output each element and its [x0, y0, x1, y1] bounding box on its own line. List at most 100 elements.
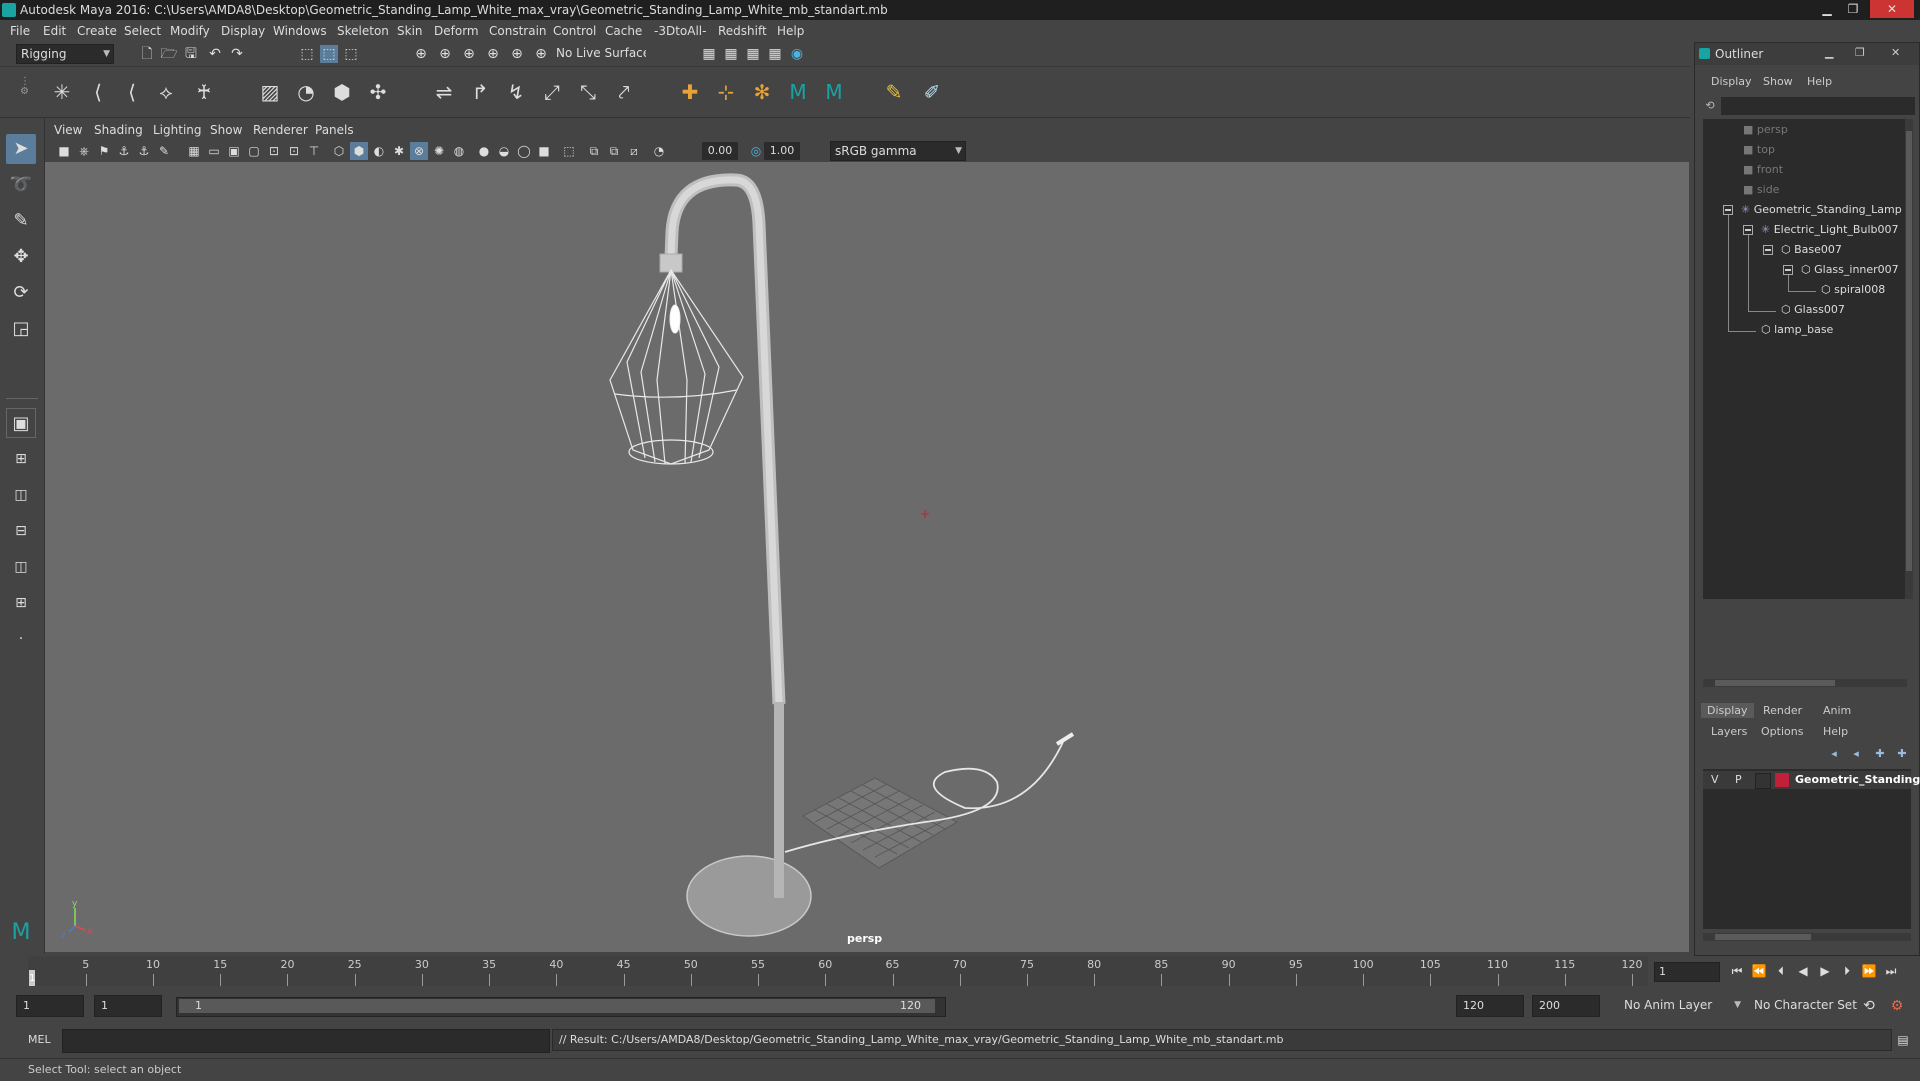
menu-skin[interactable]: Skin: [397, 24, 423, 38]
menu-help[interactable]: Help: [777, 24, 804, 38]
step-forward-frame-icon[interactable]: ⏵: [1838, 962, 1856, 980]
character-set-dropdown[interactable]: No Character Set: [1750, 996, 1870, 1016]
script-editor-icon[interactable]: ▤: [1894, 1031, 1912, 1049]
select-hierarchy-icon[interactable]: ⬚: [298, 45, 316, 63]
graph-layout-icon[interactable]: ◫: [6, 552, 36, 582]
orient-constraint-icon[interactable]: ↯: [502, 78, 530, 106]
new-layer-selected-icon[interactable]: ✚: [1893, 745, 1911, 763]
outliner-item-side[interactable]: ■ side: [1743, 183, 1779, 196]
outliner-item-front[interactable]: ■ front: [1743, 163, 1783, 176]
play-back-icon[interactable]: ◀: [1794, 962, 1812, 980]
animation-prefs-icon[interactable]: ⚙: [1888, 997, 1906, 1015]
paint-weights-icon[interactable]: ◔: [292, 78, 320, 106]
outliner-hscrollbar[interactable]: [1703, 679, 1907, 687]
layer-visibility-toggle[interactable]: V: [1711, 773, 1719, 786]
menu-constrain[interactable]: Constrain: [489, 24, 547, 38]
insert-joint-icon[interactable]: ⟡: [152, 78, 180, 106]
open-scene-icon[interactable]: 🗁: [160, 45, 178, 63]
outliner-layout-icon[interactable]: ⊟: [6, 516, 36, 546]
outliner-item-electric-light-bulb[interactable]: ✳ Electric_Light_Bulb007: [1761, 223, 1898, 236]
outliner-item-geometric-standing-lamp[interactable]: ✳ Geometric_Standing_Lamp: [1741, 203, 1902, 216]
lattice-icon[interactable]: ⬢: [328, 78, 356, 106]
step-back-key-icon[interactable]: ⏪: [1750, 962, 1768, 980]
snap-live-icon[interactable]: ⊕: [532, 45, 550, 63]
outliner-item-base[interactable]: ⬡ Base007: [1781, 243, 1842, 256]
outliner-vscrollbar[interactable]: [1905, 119, 1913, 599]
use-all-lights-icon[interactable]: ✺: [430, 142, 448, 160]
vp-menu-panels[interactable]: Panels: [315, 123, 354, 137]
vp-menu-show[interactable]: Show: [210, 123, 242, 137]
menuset-dropdown[interactable]: Rigging ▼: [16, 44, 114, 64]
snap-view-icon[interactable]: ⊕: [508, 45, 526, 63]
snap-curve-icon[interactable]: ⊕: [436, 45, 454, 63]
maya-tool-b-icon[interactable]: M: [820, 78, 848, 106]
outliner-hscroll-thumb[interactable]: [1715, 680, 1835, 686]
safe-action-icon[interactable]: ⊡: [285, 142, 303, 160]
custom-layout-icon[interactable]: ·: [6, 624, 36, 654]
menu-deform[interactable]: Deform: [434, 24, 479, 38]
scale-tool-icon[interactable]: ◲: [6, 314, 36, 344]
menu-cache[interactable]: Cache: [605, 24, 642, 38]
xray-icon[interactable]: ⊗: [410, 142, 428, 160]
layer-name[interactable]: Geometric_Standing_L: [1795, 773, 1920, 786]
select-object-icon[interactable]: ⬚: [320, 45, 338, 63]
new-scene-icon[interactable]: 🗋: [138, 45, 156, 63]
layer-tab-anim[interactable]: Anim: [1823, 704, 1851, 717]
xray-joints-icon[interactable]: ⧉: [585, 142, 603, 160]
gate-mask-icon[interactable]: ▢: [245, 142, 263, 160]
backface-icon[interactable]: ⧄: [625, 142, 643, 160]
color-management-icon[interactable]: ◎: [747, 142, 765, 160]
joint-orient-icon[interactable]: ⊹: [712, 78, 740, 106]
collapse-toggle-base[interactable]: [1763, 245, 1773, 255]
go-to-start-icon[interactable]: ⏮: [1728, 962, 1746, 980]
mirror-joint-icon[interactable]: ✻: [748, 78, 776, 106]
new-layer-icon[interactable]: ✚: [1871, 745, 1889, 763]
outliner-maximize-button[interactable]: ❐: [1855, 46, 1865, 59]
perspective-viewport[interactable]: + x y z persp: [45, 162, 1689, 952]
outliner-menu-help[interactable]: Help: [1807, 75, 1832, 88]
camera-lock-icon[interactable]: ⎈: [75, 142, 93, 160]
vp-menu-view[interactable]: View: [54, 123, 82, 137]
screen-space-ao-icon[interactable]: ●: [475, 142, 493, 160]
maximize-button[interactable]: ❐: [1842, 0, 1864, 18]
film-gate-icon[interactable]: ▭: [205, 142, 223, 160]
step-back-frame-icon[interactable]: ⏴: [1772, 962, 1790, 980]
layer-tab-display[interactable]: Display: [1701, 703, 1754, 718]
render-settings-icon[interactable]: ▦: [700, 45, 718, 63]
layer-row[interactable]: V P Geometric_Standing_L: [1703, 771, 1920, 789]
locator-icon[interactable]: ✚: [676, 78, 704, 106]
menu-edit[interactable]: Edit: [43, 24, 66, 38]
menu-file[interactable]: File: [10, 24, 30, 38]
minimize-button[interactable]: ▁: [1816, 0, 1838, 18]
rotate-tool-icon[interactable]: ⟳: [6, 278, 36, 308]
paint-select-icon[interactable]: ✎: [6, 206, 36, 236]
move-tool-icon[interactable]: ✥: [6, 242, 36, 272]
shelf-options-icon[interactable]: ⋮ ⚙: [20, 77, 30, 107]
gamma-field[interactable]: 1.00: [764, 142, 800, 160]
resolution-gate-icon[interactable]: ▣: [225, 142, 243, 160]
vp-menu-renderer[interactable]: Renderer: [253, 123, 308, 137]
ik-spline-icon[interactable]: ⟨: [118, 78, 146, 106]
outliner-close-button[interactable]: ✕: [1891, 46, 1900, 59]
collapse-toggle-bulb[interactable]: [1743, 225, 1753, 235]
layer-move-up-icon[interactable]: ◂: [1825, 745, 1843, 763]
outliner-item-glass[interactable]: ⬡ Glass007: [1781, 303, 1845, 316]
parent-constraint-icon[interactable]: ⤡: [574, 78, 602, 106]
range-slider-track[interactable]: 1 120: [176, 997, 946, 1017]
layer-hscrollbar[interactable]: [1703, 933, 1911, 941]
animation-start-field[interactable]: 1: [16, 995, 84, 1017]
collapse-toggle-lamp[interactable]: [1723, 205, 1733, 215]
outliner-menu-display[interactable]: Display: [1711, 75, 1752, 88]
animation-end-field[interactable]: 200: [1532, 995, 1600, 1017]
lasso-tool-icon[interactable]: ➰: [6, 170, 36, 200]
go-to-end-icon[interactable]: ⏭: [1882, 962, 1900, 980]
outliner-item-top[interactable]: ■ top: [1743, 143, 1775, 156]
paint-tool-icon[interactable]: ✎: [880, 78, 908, 106]
close-button[interactable]: ✕: [1870, 0, 1914, 18]
play-forward-icon[interactable]: ▶: [1816, 962, 1834, 980]
image-plane-icon[interactable]: ⚓: [115, 142, 133, 160]
menu-windows[interactable]: Windows: [273, 24, 327, 38]
depth-of-field-icon[interactable]: ■: [535, 142, 553, 160]
layer-menu-help[interactable]: Help: [1823, 725, 1848, 738]
ik-handle-icon[interactable]: ⟨: [84, 78, 112, 106]
